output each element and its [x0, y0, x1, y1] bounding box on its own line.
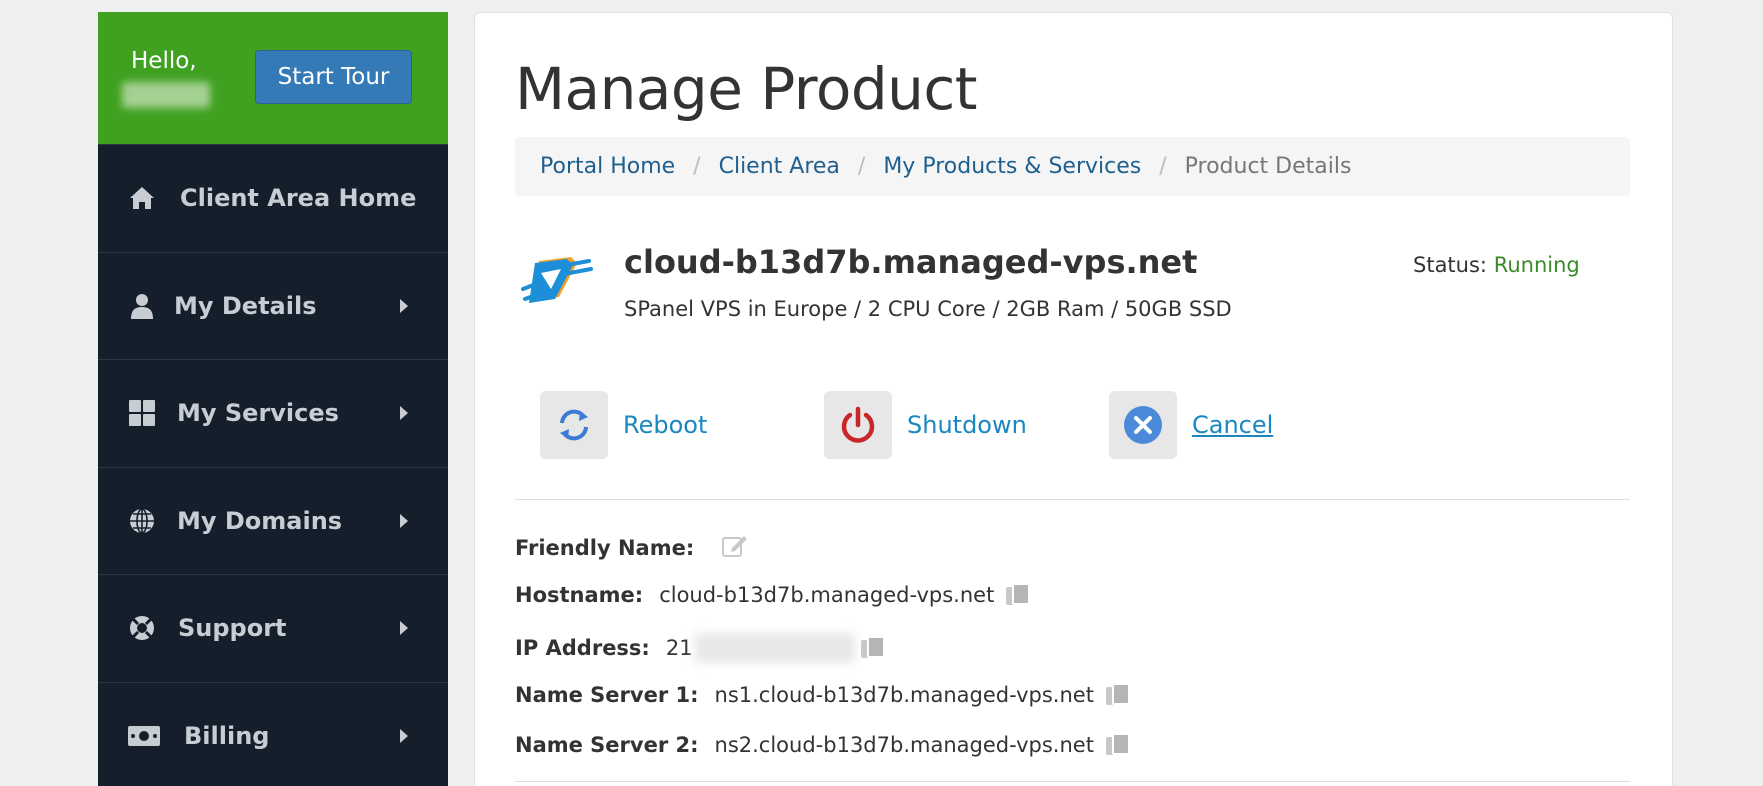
sidebar-item-label: My Domains — [177, 506, 343, 535]
copy-icon[interactable] — [1006, 583, 1031, 607]
product-description: SPanel VPS in Europe / 2 CPU Core / 2GB … — [624, 297, 1232, 321]
edit-icon[interactable] — [722, 533, 748, 562]
grid-icon — [128, 399, 156, 427]
sidebar-item-label: Billing — [184, 721, 270, 750]
name-server-1-row: Name Server 1: ns1.cloud-b13d7b.managed-… — [515, 683, 1130, 707]
product-name: cloud-b13d7b.managed-vps.net — [624, 243, 1198, 281]
lifebuoy-icon — [128, 614, 156, 642]
breadcrumb-my-products-services[interactable]: My Products & Services — [883, 154, 1141, 179]
status-value: Running — [1493, 253, 1580, 277]
cancel-icon — [1109, 391, 1177, 459]
sidebar-item-my-domains[interactable]: My Domains — [98, 466, 448, 575]
sidebar: Hello, Start Tour Client Area Home My De… — [98, 12, 448, 786]
breadcrumb-separator: / — [1159, 154, 1167, 179]
ip-address-row: IP Address: 21 — [515, 633, 885, 663]
status-badge: Status: Running — [1413, 253, 1580, 277]
cancel-label: Cancel — [1192, 411, 1274, 439]
sidebar-item-label: My Services — [177, 399, 339, 428]
sidebar-item-billing[interactable]: Billing — [98, 681, 448, 786]
globe-icon — [128, 507, 156, 535]
blurred-username — [122, 82, 210, 108]
ip-address-redacted — [694, 633, 855, 663]
name-server-1-label: Name Server 1: — [515, 683, 699, 707]
start-tour-button[interactable]: Start Tour — [255, 50, 412, 104]
caret-right-icon — [400, 621, 408, 636]
reboot-icon — [540, 391, 608, 459]
breadcrumb-separator: / — [693, 154, 701, 179]
breadcrumb-product-details: Product Details — [1184, 154, 1352, 179]
breadcrumb-portal-home[interactable]: Portal Home — [540, 154, 675, 179]
caret-right-icon — [400, 728, 408, 743]
friendly-name-row: Friendly Name: — [515, 533, 748, 562]
money-icon — [128, 722, 160, 750]
friendly-name-label: Friendly Name: — [515, 535, 695, 560]
caret-right-icon — [400, 406, 408, 421]
power-icon — [824, 391, 892, 459]
shutdown-label: Shutdown — [907, 411, 1027, 439]
hostname-row: Hostname: cloud-b13d7b.managed-vps.net — [515, 583, 1031, 607]
greeting: Hello, — [131, 48, 197, 74]
breadcrumb-client-area[interactable]: Client Area — [719, 154, 840, 179]
reboot-button[interactable]: Reboot — [540, 391, 707, 459]
home-icon — [128, 184, 156, 212]
copy-icon[interactable] — [1105, 683, 1130, 707]
caret-right-icon — [400, 298, 408, 313]
name-server-2-label: Name Server 2: — [515, 733, 699, 757]
user-icon — [128, 292, 156, 320]
copy-icon[interactable] — [860, 636, 885, 660]
cloud-product-logo-icon — [519, 249, 595, 319]
sidebar-item-label: Support — [178, 614, 287, 643]
shutdown-button[interactable]: Shutdown — [824, 391, 1027, 459]
sidebar-item-support[interactable]: Support — [98, 574, 448, 682]
ip-address-label: IP Address: — [515, 636, 650, 660]
divider — [515, 781, 1630, 782]
caret-right-icon — [400, 513, 408, 528]
status-label: Status: — [1413, 253, 1487, 277]
hostname-label: Hostname: — [515, 583, 644, 607]
sidebar-item-label: My Details — [174, 291, 317, 320]
main-panel: Manage Product Portal Home / Client Area… — [474, 12, 1673, 786]
cancel-button[interactable]: Cancel — [1109, 391, 1273, 459]
sidebar-item-my-details[interactable]: My Details — [98, 251, 448, 360]
sidebar-header: Hello, Start Tour — [98, 12, 448, 144]
reboot-label: Reboot — [623, 411, 708, 439]
copy-icon[interactable] — [1105, 733, 1130, 757]
sidebar-item-my-services[interactable]: My Services — [98, 359, 448, 467]
sidebar-item-client-area-home[interactable]: Client Area Home — [98, 144, 448, 252]
breadcrumb-separator: / — [857, 154, 866, 179]
name-server-2-value: ns2.cloud-b13d7b.managed-vps.net — [714, 733, 1094, 757]
name-server-1-value: ns1.cloud-b13d7b.managed-vps.net — [714, 683, 1094, 707]
name-server-2-row: Name Server 2: ns2.cloud-b13d7b.managed-… — [515, 733, 1130, 757]
ip-address-value: 21 — [665, 636, 693, 660]
divider — [515, 499, 1630, 500]
hostname-value: cloud-b13d7b.managed-vps.net — [659, 583, 995, 607]
breadcrumb: Portal Home / Client Area / My Products … — [515, 137, 1630, 196]
page-title: Manage Product — [515, 55, 978, 123]
sidebar-item-label: Client Area Home — [180, 184, 417, 213]
